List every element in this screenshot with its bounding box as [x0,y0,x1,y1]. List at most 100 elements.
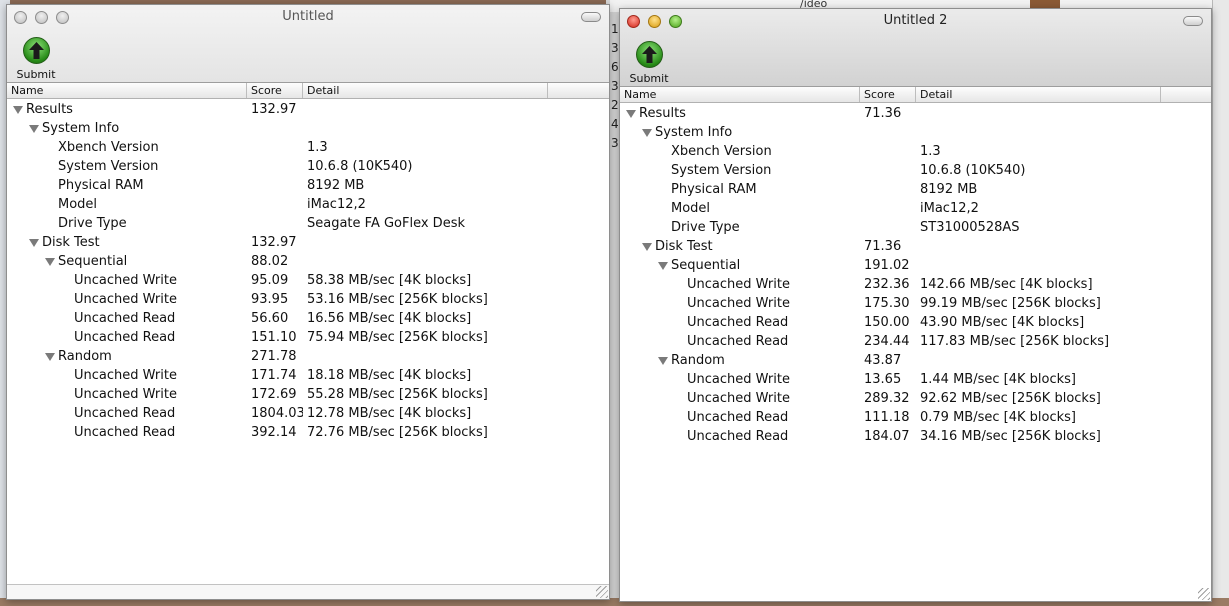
disclosure-triangle-icon[interactable] [45,257,55,266]
outline-row[interactable]: Results 71.36 [620,104,1211,123]
disclosure-triangle-icon[interactable] [45,352,55,361]
row-score: 71.36 [864,106,902,121]
row-score: 184.07 [864,429,910,444]
row-name: Uncached Write [687,277,790,292]
row-score [247,195,303,214]
outline-row[interactable]: Uncached Read 151.10 75.94 MB/sec [256K bl… [7,328,609,347]
disclosure-triangle-icon[interactable] [13,105,23,114]
submit-button[interactable]: Submit [14,37,58,81]
outline-row[interactable]: Model iMac12,2 [7,195,609,214]
outline-row[interactable]: Uncached Write 95.09 58.38 MB/sec [4K bloc… [7,271,609,290]
outline-row[interactable]: Uncached Write 93.95 53.16 MB/sec [256K bl… [7,290,609,309]
background-number: 3 [611,41,619,55]
outline-row[interactable]: System Version 10.6.8 (10K540) [7,157,609,176]
submit-label: Submit [16,68,56,81]
row-name-cell: Sequential [620,256,860,275]
disclosure-triangle-icon[interactable] [29,124,39,133]
outline-row[interactable]: Uncached Write 171.74 18.18 MB/sec [4K blo… [7,366,609,385]
outline-row[interactable]: Random 43.87 [620,351,1211,370]
outline-row[interactable]: Xbench Version 1.3 [620,142,1211,161]
xbench-window-untitled[interactable]: Untitled Submit Name Score Detail Result… [6,4,610,600]
outline-row[interactable]: Uncached Write 175.30 99.19 MB/sec [256K b… [620,294,1211,313]
row-detail [303,119,307,138]
column-header-score[interactable]: Score [860,87,916,102]
outline-row[interactable]: Drive Type ST31000528AS [620,218,1211,237]
row-name-cell: System Version [620,161,860,180]
outline-row[interactable]: Drive Type Seagate FA GoFlex Desk [7,214,609,233]
row-score [860,123,916,142]
row-name-cell: Xbench Version [620,142,860,161]
outline-row[interactable]: Uncached Read 150.00 43.90 MB/sec [4K bloc… [620,313,1211,332]
outline-row[interactable]: Uncached Write 289.32 92.62 MB/sec [256K b… [620,389,1211,408]
outline-row[interactable]: Uncached Read 111.18 0.79 MB/sec [4K block… [620,408,1211,427]
row-name: Uncached Read [74,330,176,345]
outline-row[interactable]: Disk Test 132.97 [7,233,609,252]
row-detail: 18.18 MB/sec [4K blocks] [307,368,472,383]
row-score [247,119,303,138]
outline-row[interactable]: Uncached Read 234.44 117.83 MB/sec [256K b… [620,332,1211,351]
disclosure-triangle-icon[interactable] [29,238,39,247]
row-name-cell: Disk Test [7,233,247,252]
outline-row[interactable]: System Info [620,123,1211,142]
horizontal-scrollbar[interactable] [7,584,609,599]
disclosure-triangle-icon[interactable] [626,109,636,118]
row-name: System Version [671,163,772,178]
xbench-window-untitled-2[interactable]: Untitled 2 Submit Name Score Detail Resu… [619,8,1212,602]
outline-row[interactable]: Physical RAM 8192 MB [7,176,609,195]
row-name-cell: Results [7,100,247,119]
outline-row[interactable]: Xbench Version 1.3 [7,138,609,157]
row-name-cell: System Info [620,123,860,142]
outline-row[interactable]: Uncached Write 13.65 1.44 MB/sec [4K block… [620,370,1211,389]
column-header-name[interactable]: Name [620,87,860,102]
row-score: 234.44 [864,334,910,349]
row-name-cell: Model [7,195,247,214]
disclosure-triangle-icon[interactable] [658,356,668,365]
row-name-cell: Uncached Read [620,408,860,427]
outline-row[interactable]: Uncached Read 392.14 72.76 MB/sec [256K bl… [7,423,609,442]
row-detail: 99.19 MB/sec [256K blocks] [920,296,1101,311]
outline-row[interactable]: System Version 10.6.8 (10K540) [620,161,1211,180]
row-score: 151.10 [251,330,297,345]
disclosure-triangle-icon[interactable] [642,242,652,251]
row-name-cell: System Version [7,157,247,176]
toolbar-toggle-button[interactable] [1183,16,1203,26]
column-header-detail[interactable]: Detail [303,83,548,98]
row-name-cell: Sequential [7,252,247,271]
outline-row[interactable]: Model iMac12,2 [620,199,1211,218]
column-header-detail[interactable]: Detail [916,87,1161,102]
background-number: 6 [611,60,619,74]
disclosure-triangle-icon[interactable] [658,261,668,270]
column-header-score[interactable]: Score [247,83,303,98]
row-detail: 92.62 MB/sec [256K blocks] [920,391,1101,406]
outline-row[interactable]: Disk Test 71.36 [620,237,1211,256]
outline-row[interactable]: Sequential 88.02 [7,252,609,271]
results-outline: Results 71.36 System Info Xbench Version 1.3… [620,103,1211,446]
row-name: Random [671,353,725,368]
row-detail [916,104,920,123]
row-score [860,199,916,218]
window-title: Untitled 2 [883,13,948,28]
row-detail: ST31000528AS [920,220,1020,235]
submit-button[interactable]: Submit [627,41,671,85]
row-detail: 1.3 [920,144,941,159]
outline-row[interactable]: System Info [7,119,609,138]
outline-row[interactable]: Uncached Read 1804.03 12.78 MB/sec [4K blo… [7,404,609,423]
outline-row[interactable]: Uncached Write 172.69 55.28 MB/sec [256K b… [7,385,609,404]
results-table-header: Name Score Detail [7,83,609,99]
column-header-name[interactable]: Name [7,83,247,98]
resize-grip-icon[interactable] [596,586,608,598]
row-score [247,214,303,233]
row-name: Uncached Read [74,311,176,326]
row-score [860,142,916,161]
outline-row[interactable]: Physical RAM 8192 MB [620,180,1211,199]
row-name-cell: Model [620,199,860,218]
disclosure-triangle-icon[interactable] [642,128,652,137]
toolbar-toggle-button[interactable] [581,12,601,22]
outline-row[interactable]: Uncached Write 232.36 142.66 MB/sec [4K bl… [620,275,1211,294]
outline-row[interactable]: Random 271.78 [7,347,609,366]
outline-row[interactable]: Uncached Read 56.60 16.56 MB/sec [4K block… [7,309,609,328]
outline-row[interactable]: Uncached Read 184.07 34.16 MB/sec [256K bl… [620,427,1211,446]
outline-row[interactable]: Sequential 191.02 [620,256,1211,275]
resize-grip-icon[interactable] [1198,588,1210,600]
outline-row[interactable]: Results 132.97 [7,100,609,119]
